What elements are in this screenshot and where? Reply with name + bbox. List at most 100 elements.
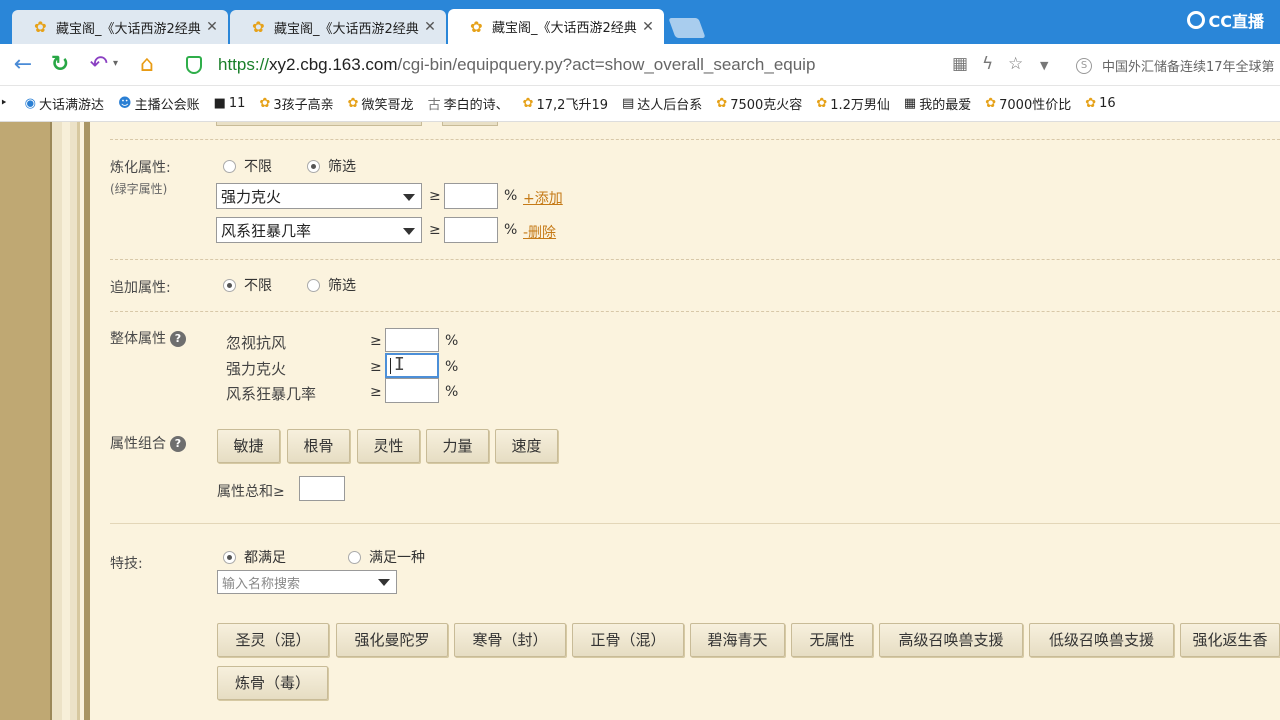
bookmark-item[interactable]: 古李白的诗、: [428, 94, 509, 113]
skill-button[interactable]: 高级召唤兽支援: [879, 623, 1023, 657]
bookmark-item[interactable]: ✿ 7000性价比: [985, 94, 1071, 113]
cc-logo-text: CC直播: [1208, 12, 1265, 31]
skill-search-select[interactable]: 输入名称搜索: [217, 570, 397, 594]
overall-value-input-3[interactable]: [385, 378, 439, 403]
add-attr-link[interactable]: +添加: [523, 188, 563, 208]
chevron-down-icon[interactable]: ▼: [1040, 59, 1048, 72]
bookmark-item[interactable]: ✿ 17,2飞升19: [523, 94, 608, 113]
bookmark-face-icon: ☻: [118, 96, 132, 111]
bookmark-item[interactable]: ✿ 微笑哥龙: [348, 94, 414, 113]
skill-radio-all[interactable]: 都满足: [223, 547, 286, 567]
bookmark-item[interactable]: ▤ 达人后台系: [622, 94, 702, 113]
lightning-icon[interactable]: ϟ: [982, 54, 993, 74]
search-engine-icon: S: [1076, 57, 1092, 74]
overall-row-name: 强力克火: [226, 360, 287, 378]
combo-label: 属性组合?: [110, 433, 186, 453]
ge-sign: ≥: [370, 333, 382, 349]
star-bookmark-icon[interactable]: ☆: [1008, 54, 1023, 74]
refine-radio-unlimited[interactable]: 不限: [223, 156, 272, 176]
refine-radio-filter[interactable]: 筛选: [307, 156, 356, 176]
radio-dot: [307, 159, 320, 173]
divider: [110, 259, 1280, 260]
bookmark-item[interactable]: ✿ 16: [1085, 96, 1115, 111]
combo-button-spirit[interactable]: 灵性: [357, 429, 420, 463]
tab-title: 藏宝阁_《大话西游2经典: [274, 21, 419, 37]
news-ticker[interactable]: S 中国外汇储备连续17年全球第: [1076, 56, 1275, 75]
bookmark-item[interactable]: ✿ 1.2万男仙: [816, 94, 890, 113]
divider: [110, 139, 1280, 140]
overall-row-name: 忽视抗风: [226, 334, 287, 352]
tab-favicon-icon: ✿: [470, 17, 483, 36]
delete-attr-link[interactable]: -删除: [523, 222, 556, 242]
skill-button[interactable]: 炼骨（毒）: [217, 666, 328, 700]
combo-button-speed[interactable]: 速度: [495, 429, 558, 463]
browser-tab-2[interactable]: ✿ 藏宝阁_《大话西游2经典 ✕: [230, 10, 446, 44]
overall-value-input-1[interactable]: [385, 328, 439, 352]
search-form: 炼化属性: (绿字属性) 不限 筛选 强力克火 ≥ % +添加 风系狂暴几率 ≥…: [90, 122, 1280, 720]
help-icon[interactable]: ?: [170, 331, 186, 347]
skill-radio-one[interactable]: 满足一种: [348, 547, 425, 567]
tab-close-icon[interactable]: ✕: [422, 19, 438, 35]
skill-button[interactable]: 碧海青天: [690, 623, 785, 657]
new-tab-button[interactable]: [668, 18, 706, 38]
refine-value-input-2[interactable]: [444, 217, 498, 243]
radio-dot: [307, 278, 320, 292]
radio-dot: [223, 159, 236, 173]
combo-button-strength[interactable]: 力量: [426, 429, 489, 463]
skill-button[interactable]: 寒骨（封）: [454, 623, 566, 657]
tab-close-icon[interactable]: ✕: [204, 19, 220, 35]
home-icon[interactable]: ⌂: [134, 52, 160, 78]
bookmark-flower-icon: ✿: [816, 96, 828, 111]
news-text: 中国外汇储备连续17年全球第: [1102, 60, 1275, 75]
skill-button[interactable]: 强化返生香: [1180, 623, 1280, 657]
back-arrow-icon[interactable]: ←: [10, 52, 36, 78]
cc-live-logo: CC直播: [1186, 8, 1265, 32]
radio-dot: [223, 278, 236, 292]
radio-dot: [223, 550, 236, 564]
help-icon[interactable]: ?: [170, 436, 186, 452]
url-field[interactable]: https://xy2.cbg.163.com/cgi-bin/equipque…: [218, 55, 815, 75]
bookmark-item[interactable]: ▦ 我的最爱: [904, 94, 971, 113]
browser-tab-1[interactable]: ✿ 藏宝阁_《大话西游2经典 ✕: [12, 10, 228, 44]
bookmark-item[interactable]: ■ 11: [214, 96, 246, 111]
refine-attr-select-2[interactable]: 风系狂暴几率: [216, 217, 422, 243]
left-decor-frame: [50, 122, 80, 720]
percent-sign: %: [445, 384, 459, 400]
bookmark-arrow-icon: ‣: [0, 96, 8, 111]
qr-code-icon[interactable]: ▦: [952, 54, 968, 74]
cutoff-control: [216, 122, 422, 126]
browser-tab-3-active[interactable]: ✿ 藏宝阁_《大话西游2经典 ✕: [448, 9, 664, 44]
ge-sign: ≥: [429, 188, 441, 204]
append-radio-unlimited[interactable]: 不限: [223, 275, 272, 295]
attr-sum-input[interactable]: [299, 476, 345, 501]
refine-value-input-1[interactable]: [444, 183, 498, 209]
left-decor-strip: [0, 122, 50, 720]
undo-dropdown-icon[interactable]: ▾: [113, 58, 118, 69]
bookmark-item[interactable]: ‣: [0, 96, 11, 111]
combo-button-agility[interactable]: 敏捷: [217, 429, 280, 463]
percent-sign: %: [504, 222, 518, 238]
ge-sign: ≥: [370, 359, 382, 375]
tab-close-icon[interactable]: ✕: [640, 19, 656, 35]
bookmark-item[interactable]: ✿ 3孩子高亲: [259, 94, 333, 113]
combo-button-constitution[interactable]: 根骨: [287, 429, 350, 463]
append-radio-filter[interactable]: 筛选: [307, 275, 356, 295]
skill-button[interactable]: 强化曼陀罗: [336, 623, 448, 657]
overall-label: 整体属性?: [110, 328, 186, 348]
radio-dot: [348, 550, 361, 564]
skill-button[interactable]: 无属性: [791, 623, 873, 657]
bookmark-poem-icon: 古: [427, 98, 441, 113]
security-shield-icon[interactable]: [186, 56, 202, 74]
refresh-icon[interactable]: ↻: [47, 52, 73, 78]
skill-button[interactable]: 低级召唤兽支援: [1029, 623, 1174, 657]
bookmark-item[interactable]: ✿ 7500克火容: [716, 94, 802, 113]
bookmark-item[interactable]: ☻ 主播公会账: [118, 94, 200, 113]
bookmark-item[interactable]: ◉ 大话满游达: [25, 94, 104, 113]
skill-button[interactable]: 正骨（混）: [572, 623, 684, 657]
undo-icon[interactable]: ↶: [86, 52, 112, 78]
refine-attr-select-1[interactable]: 强力克火: [216, 183, 422, 209]
bookmark-doc-icon: ▤: [622, 96, 635, 111]
skill-button[interactable]: 圣灵（混）: [217, 623, 329, 657]
ge-sign: ≥: [370, 384, 382, 400]
bookmark-flower-icon: ✿: [259, 96, 271, 111]
